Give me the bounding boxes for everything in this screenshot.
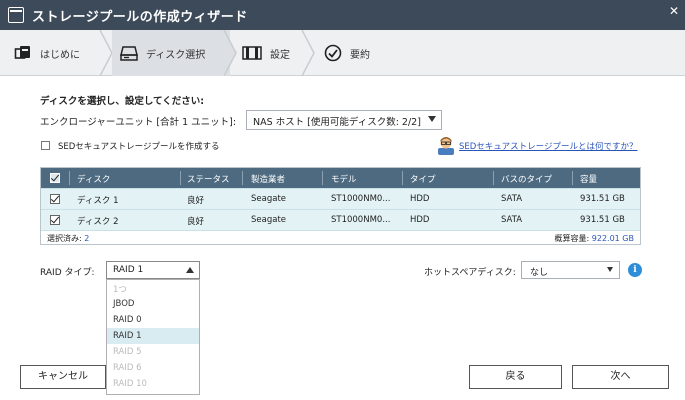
disk-capacity: 931.51 GB bbox=[580, 215, 625, 225]
sed-checkbox-label: SEDセキュアストレージプールを作成する bbox=[58, 142, 220, 152]
disk-model: ST1000NM0... bbox=[331, 194, 391, 204]
step-separator bbox=[223, 30, 237, 76]
hot-spare-value: なし bbox=[530, 268, 549, 278]
row-checkbox[interactable] bbox=[50, 215, 60, 225]
enclosure-value: NAS ホスト [使用可能ディスク数: 2/2] bbox=[253, 117, 421, 128]
info-icon[interactable]: i bbox=[628, 263, 642, 277]
table-footer: 選択済み: 2 概算容量: 922.01 GB bbox=[41, 230, 640, 244]
column-header[interactable]: ステータス bbox=[187, 173, 230, 185]
step-intro: はじめに bbox=[14, 30, 110, 76]
back-button[interactable]: 戻る bbox=[469, 365, 562, 389]
step-label: 要約 bbox=[350, 49, 370, 61]
raid-option: RAID 10 bbox=[113, 379, 147, 389]
caret-down-icon bbox=[428, 116, 436, 122]
sed-checkbox[interactable] bbox=[41, 141, 50, 150]
table-row[interactable]: ディスク 1 良好 Seagate ST1000NM0... HDD SATA … bbox=[41, 188, 640, 209]
raid-type-options: 1つ JBOD RAID 0 RAID 1 RAID 5 RAID 6 RAID… bbox=[106, 279, 200, 395]
column-header[interactable]: 容量 bbox=[580, 173, 597, 185]
title-bar: ストレージプールの作成ウィザード ✕ bbox=[0, 0, 685, 30]
step-summary: 要約 bbox=[324, 30, 404, 76]
disk-name: ディスク 1 bbox=[77, 196, 119, 206]
step-label: 設定 bbox=[270, 49, 290, 61]
disk-vendor: Seagate bbox=[251, 194, 287, 204]
disk-model: ST1000NM0... bbox=[331, 215, 391, 225]
raid-option[interactable]: RAID 1 bbox=[107, 328, 199, 344]
disk-type: HDD bbox=[410, 194, 430, 204]
disk-status: 良好 bbox=[187, 217, 205, 227]
table-row[interactable]: ディスク 2 良好 Seagate ST1000NM0... HDD SATA … bbox=[41, 209, 640, 230]
disk-name: ディスク 2 bbox=[77, 217, 119, 227]
config-icon bbox=[242, 46, 262, 60]
disk-drive-icon bbox=[120, 46, 138, 61]
disk-bus: SATA bbox=[501, 194, 523, 204]
checkmark-circle-icon bbox=[324, 44, 342, 62]
raid-type-value: RAID 1 bbox=[113, 265, 144, 275]
hot-spare-dropdown[interactable]: なし bbox=[521, 261, 620, 279]
disk-capacity: 931.51 GB bbox=[580, 194, 625, 204]
raid-option[interactable]: JBOD bbox=[107, 296, 199, 312]
raid-type-dropdown[interactable]: RAID 1 bbox=[106, 261, 200, 279]
row-checkbox[interactable] bbox=[50, 194, 60, 204]
instructions-heading: ディスクを選択し、設定してください: bbox=[40, 96, 205, 107]
sed-help-link[interactable]: SEDセキュアストレージプールとは何ですか？ bbox=[459, 140, 637, 152]
raid-option: RAID 5 bbox=[113, 347, 142, 357]
step-disk-select: ディスク選択 bbox=[112, 30, 230, 76]
disk-vendor: Seagate bbox=[251, 215, 287, 225]
wizard-steps: はじめに ディスク選択 設定 要約 bbox=[0, 30, 685, 76]
raid-option[interactable]: RAID 0 bbox=[107, 312, 199, 328]
column-header[interactable]: 製造業者 bbox=[251, 173, 285, 185]
hot-spare-label: ホットスペアディスク: bbox=[424, 268, 516, 278]
raid-option: RAID 6 bbox=[113, 363, 142, 373]
estimated-capacity: 概算容量: 922.01 GB bbox=[554, 234, 634, 243]
table-header: ディスク ステータス 製造業者 モデル タイプ バスのタイプ 容量 bbox=[41, 168, 640, 188]
disk-type: HDD bbox=[410, 215, 430, 225]
disk-bus: SATA bbox=[501, 215, 523, 225]
raid-type-label: RAID タイプ: bbox=[40, 268, 95, 278]
next-button[interactable]: 次へ bbox=[572, 365, 669, 389]
caret-up-icon bbox=[186, 267, 194, 273]
select-all-checkbox[interactable] bbox=[50, 173, 60, 183]
enclosure-dropdown[interactable]: NAS ホスト [使用可能ディスク数: 2/2] bbox=[246, 110, 442, 130]
cube-stack-icon bbox=[14, 46, 30, 59]
disk-table: ディスク ステータス 製造業者 モデル タイプ バスのタイプ 容量 ディスク 1… bbox=[40, 167, 641, 245]
window-icon bbox=[8, 7, 24, 23]
disk-status: 良好 bbox=[187, 196, 205, 206]
step-label: はじめに bbox=[40, 49, 80, 61]
assistant-avatar-icon bbox=[438, 137, 454, 155]
window-title: ストレージプールの作成ウィザード bbox=[32, 10, 248, 25]
caret-down-icon bbox=[607, 267, 613, 272]
column-header[interactable]: モデル bbox=[331, 173, 357, 185]
enclosure-label: エンクロージャーユニット [合計 1 ユニット]: bbox=[40, 117, 237, 128]
cancel-button[interactable]: キャンセル bbox=[20, 365, 106, 389]
column-header[interactable]: バスのタイプ bbox=[501, 173, 552, 185]
selected-count: 選択済み: 2 bbox=[47, 234, 90, 243]
step-separator bbox=[301, 30, 315, 76]
raid-option: 1つ bbox=[113, 285, 127, 295]
column-header[interactable]: タイプ bbox=[410, 173, 436, 185]
column-header[interactable]: ディスク bbox=[77, 173, 110, 185]
step-label: ディスク選択 bbox=[146, 49, 206, 61]
close-icon[interactable]: ✕ bbox=[669, 4, 679, 18]
